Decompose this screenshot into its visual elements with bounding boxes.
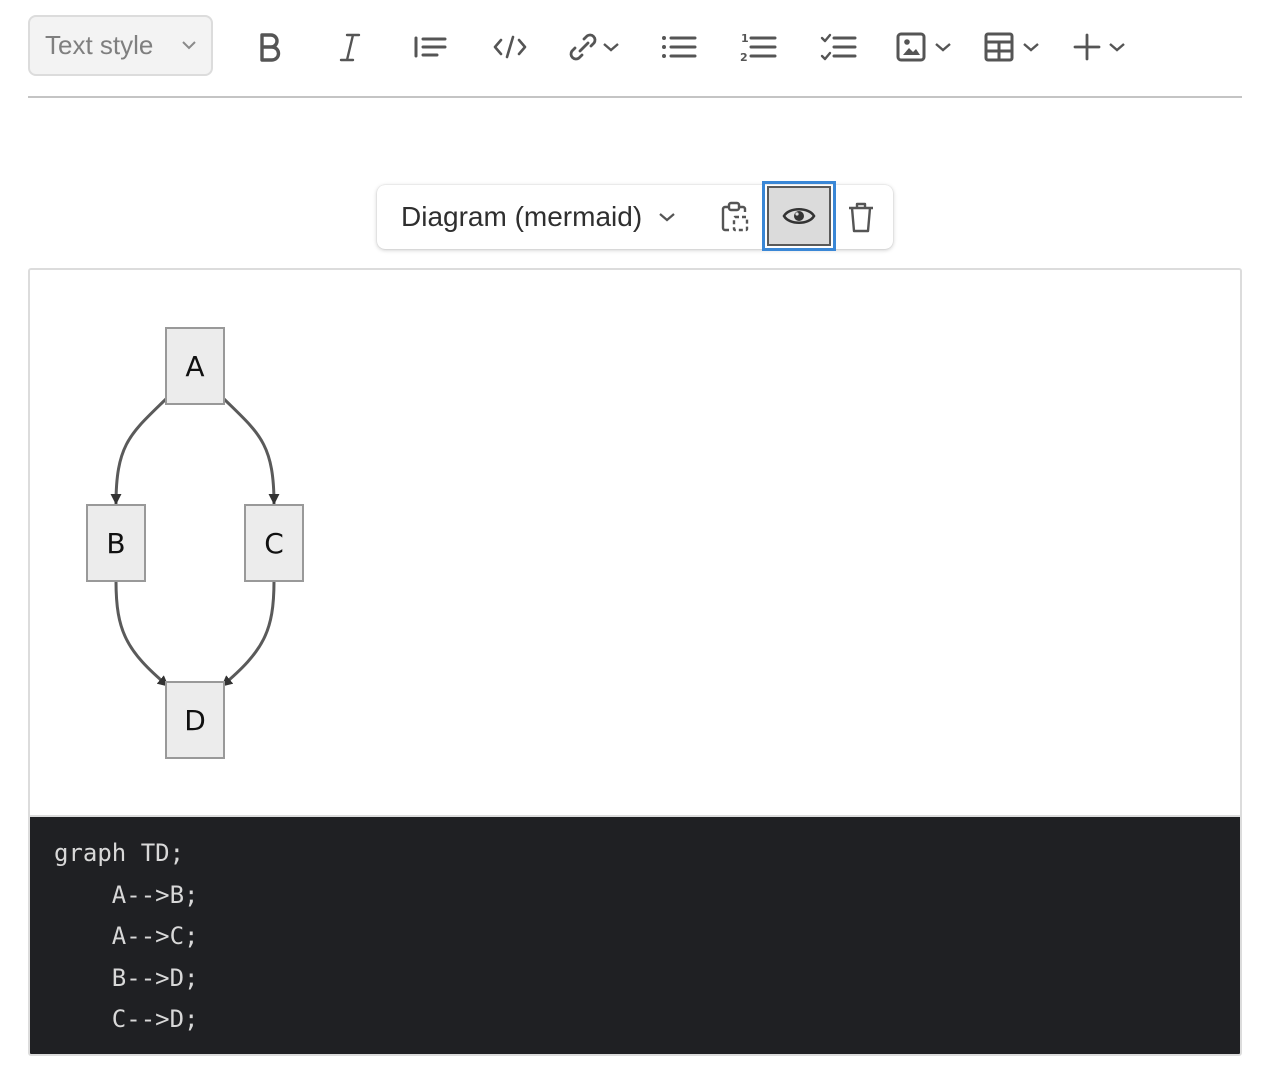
diagram-edge-c-d — [221, 580, 276, 688]
preview-toggle-inner — [767, 186, 831, 246]
diagram-node-label: A — [185, 350, 204, 383]
chevron-down-icon — [1023, 43, 1039, 52]
language-label: Diagram (mermaid) — [401, 201, 643, 232]
code-editor[interactable]: graph TD; A-->B; A-->C; B-->D; C-->D; — [30, 817, 1240, 1054]
copy-to-clipboard-icon — [721, 201, 749, 232]
diagram-node-b: B — [86, 504, 146, 582]
editor-toolbar: Text style 1 2 — [28, 0, 1242, 98]
code-line: C-->D; — [54, 1005, 199, 1034]
text-style-dropdown[interactable]: Text style — [28, 15, 213, 76]
diagram-edge-a-c — [221, 396, 280, 505]
diagram-edge-b-d — [114, 580, 169, 688]
code-line: B-->D; — [54, 963, 199, 992]
code-line: A-->C; — [54, 922, 199, 951]
diagram-node-label: D — [184, 704, 206, 737]
bold-icon — [260, 33, 281, 62]
diagram-preview: A B C D — [30, 270, 1240, 817]
bulleted-list-button[interactable] — [660, 27, 698, 67]
list-bulleted-icon — [662, 36, 697, 58]
diagram-node-a: A — [165, 327, 225, 405]
chevron-down-icon — [935, 43, 951, 52]
quote-button[interactable] — [412, 27, 448, 67]
diagram-node-d: D — [165, 681, 225, 759]
code-icon — [493, 35, 527, 59]
chevron-down-icon — [659, 213, 675, 222]
copy-code-button[interactable] — [717, 199, 753, 235]
chevron-down-icon — [603, 43, 619, 52]
plus-icon — [1073, 33, 1101, 61]
delete-code-block-button[interactable] — [843, 199, 879, 235]
chevron-down-icon — [1109, 43, 1125, 52]
diagram-node-label: C — [264, 527, 284, 560]
preview-toggle-button[interactable] — [762, 181, 836, 251]
code-button[interactable] — [492, 27, 528, 67]
italic-button[interactable] — [336, 27, 364, 67]
remove-icon — [849, 202, 873, 233]
image-button[interactable] — [896, 27, 952, 67]
mermaid-diagram: A B C D — [86, 327, 304, 759]
chevron-down-icon — [182, 41, 196, 50]
numbered-list-button[interactable]: 1 2 — [740, 27, 778, 67]
bold-button[interactable] — [256, 27, 284, 67]
code-block-bubble-menu: Diagram (mermaid) — [377, 181, 893, 251]
task-list-button[interactable] — [820, 27, 858, 67]
code-line: graph TD; — [54, 839, 185, 867]
text-style-label: Text style — [45, 30, 154, 60]
svg-text:1: 1 — [741, 32, 749, 45]
code-block: A B C D graph TD; A-->B; A-->C; B-->D; C-->… — [28, 268, 1242, 1056]
svg-text:2: 2 — [740, 51, 748, 64]
link-icon — [569, 33, 597, 61]
diagram-node-c: C — [244, 504, 304, 582]
link-button[interactable] — [566, 27, 620, 67]
diagram-edge-a-b — [110, 396, 169, 505]
diagram-node-label: B — [106, 527, 125, 560]
code-line: A-->B; — [54, 880, 199, 909]
more-options-button[interactable] — [1072, 27, 1126, 67]
list-task-icon — [820, 33, 857, 61]
table-icon — [984, 32, 1014, 62]
eye-icon — [782, 207, 816, 225]
table-button[interactable] — [984, 27, 1040, 67]
image-icon — [896, 32, 926, 62]
italic-icon — [339, 33, 361, 62]
list-numbered-icon: 1 2 — [740, 32, 777, 64]
quote-icon — [414, 36, 447, 58]
language-dropdown[interactable]: Diagram (mermaid) — [401, 185, 676, 249]
